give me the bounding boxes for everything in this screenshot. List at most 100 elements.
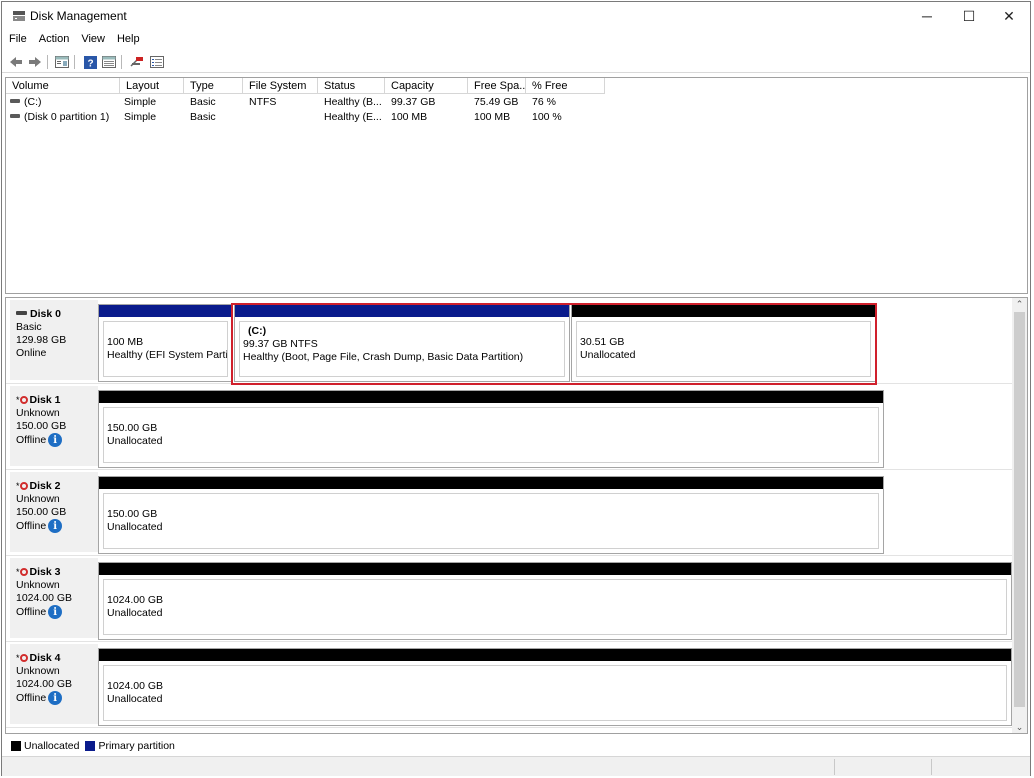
list-icon[interactable] <box>149 54 165 70</box>
partition-block[interactable]: 150.00 GB Unallocated <box>98 390 884 468</box>
column-header-volume[interactable]: Volume <box>6 78 120 94</box>
unallocated-bar <box>99 477 883 489</box>
info-icon[interactable]: i <box>48 691 63 705</box>
volume-list[interactable]: Volume Layout Type File System Status Ca… <box>5 77 1028 294</box>
disk-state: Offline <box>16 519 47 532</box>
volume-row[interactable]: (Disk 0 partition 1) Simple Basic Health… <box>6 110 1027 125</box>
capacity-cell: 99.37 GB <box>391 96 436 108</box>
disk-management-window: Disk Management ─ ☐ ✕ File Action View H… <box>1 1 1031 776</box>
disk-state: Offline <box>16 433 47 446</box>
menu-action[interactable]: Action <box>32 31 75 49</box>
close-button[interactable]: ✕ <box>988 2 1030 30</box>
disk-type: Unknown <box>16 579 60 591</box>
disk-name: Disk 2 <box>29 480 61 492</box>
volume-cell: (C:) <box>10 96 118 108</box>
scroll-thumb[interactable] <box>1014 312 1025 707</box>
disk-info-panel[interactable]: * Disk 2 Unknown 150.00 GB Offline i <box>10 472 98 552</box>
partition-size: 100 MB <box>107 336 144 348</box>
disk-size: 150.00 GB <box>16 420 67 432</box>
scroll-up-icon[interactable]: ⌃ <box>1012 298 1027 310</box>
disk-name: Disk 1 <box>29 394 61 406</box>
partition-status: Unallocated <box>107 435 163 447</box>
partition-block[interactable]: 100 MB Healthy (EFI System Partiti <box>98 304 233 382</box>
unallocated-bar <box>99 563 1011 575</box>
free-space-cell: 100 MB <box>474 111 511 123</box>
menu-file[interactable]: File <box>2 31 32 49</box>
column-header-file-system[interactable]: File System <box>243 78 318 94</box>
partition-block[interactable]: 1024.00 GB Unallocated <box>98 648 1012 726</box>
disk-name: Disk 4 <box>29 652 61 664</box>
type-cell: Basic <box>190 96 216 108</box>
toolbar: ? <box>2 51 1030 73</box>
volume-icon <box>10 114 20 119</box>
asterisk: * <box>16 395 20 405</box>
disk-size: 129.98 GB <box>16 334 67 346</box>
title-bar: Disk Management ─ ☐ ✕ <box>2 2 1030 30</box>
column-header-type[interactable]: Type <box>184 78 243 94</box>
disk-state: Offline <box>16 605 47 618</box>
menu-help[interactable]: Help <box>110 31 145 49</box>
column-header-layout[interactable]: Layout <box>120 78 184 94</box>
offline-disk-icon <box>19 653 28 662</box>
info-icon[interactable]: i <box>48 433 63 447</box>
legend: Unallocated Primary partition <box>5 737 175 755</box>
window-title: Disk Management <box>30 9 127 23</box>
menu-view[interactable]: View <box>74 31 110 49</box>
toolbar-separator <box>47 55 48 69</box>
disk-info-panel[interactable]: * Disk 4 Unknown 1024.00 GB Offline i <box>10 644 98 724</box>
help-icon[interactable]: ? <box>82 54 98 70</box>
maximize-button[interactable]: ☐ <box>948 2 990 30</box>
volume-name: (C:) <box>24 96 42 108</box>
column-header-status[interactable]: Status <box>318 78 385 94</box>
disk-row: * Disk 3 Unknown 1024.00 GB Offline i 1024… <box>6 556 1014 642</box>
column-header-free-space[interactable]: Free Spa... <box>468 78 528 94</box>
partition-size: 1024.00 GB <box>107 680 164 692</box>
column-header-capacity[interactable]: Capacity <box>385 78 468 94</box>
details-icon[interactable] <box>101 54 117 70</box>
disk-type: Unknown <box>16 665 60 677</box>
disk-size: 150.00 GB <box>16 506 67 518</box>
info-icon[interactable]: i <box>48 519 63 533</box>
status-separator <box>931 759 932 775</box>
column-header-percent-free[interactable]: % Free <box>526 78 605 94</box>
status-cell: Healthy (B... <box>324 96 382 108</box>
connect-icon[interactable] <box>129 54 145 70</box>
asterisk: * <box>16 653 20 663</box>
partition-body: 150.00 GB Unallocated <box>103 407 879 463</box>
partition-body: 100 MB Healthy (EFI System Partiti <box>103 321 228 377</box>
minimize-button[interactable]: ─ <box>906 2 948 30</box>
info-icon[interactable]: i <box>48 605 63 619</box>
unallocated-bar <box>99 391 883 403</box>
disk-type: Unknown <box>16 493 60 505</box>
scroll-down-icon[interactable]: ⌄ <box>1012 721 1027 733</box>
disk-name: Disk 3 <box>29 566 61 578</box>
free-space-cell: 75.49 GB <box>474 96 519 108</box>
type-cell: Basic <box>190 111 216 123</box>
status-bar <box>2 756 1030 776</box>
disk-size: 1024.00 GB <box>16 592 73 604</box>
disk-size: 1024.00 GB <box>16 678 73 690</box>
capacity-cell: 100 MB <box>391 111 428 123</box>
back-icon[interactable] <box>8 54 24 70</box>
volume-icon <box>10 99 20 104</box>
partition-size: 1024.00 GB <box>107 594 164 606</box>
disk-state: Offline <box>16 691 47 704</box>
vertical-scrollbar[interactable]: ⌃ ⌄ <box>1012 298 1027 733</box>
partition-block[interactable]: 150.00 GB Unallocated <box>98 476 884 554</box>
selection-highlight <box>231 303 877 385</box>
volume-row[interactable]: (C:) Simple Basic NTFS Healthy (B... 99.… <box>6 95 1027 110</box>
percent-free-cell: 100 % <box>532 111 562 123</box>
disk-row: * Disk 4 Unknown 1024.00 GB Offline i 1024… <box>6 642 1014 728</box>
partition-block[interactable]: 1024.00 GB Unallocated <box>98 562 1012 640</box>
partition-status: Unallocated <box>107 607 163 619</box>
forward-icon[interactable] <box>27 54 43 70</box>
file-system-cell: NTFS <box>249 96 277 108</box>
disk-info-panel[interactable]: Disk 0 Basic 129.98 GB Online <box>10 300 98 380</box>
layout-cell: Simple <box>124 96 157 108</box>
partition-body: 1024.00 GB Unallocated <box>103 665 1007 721</box>
disk-info-panel[interactable]: * Disk 1 Unknown 150.00 GB Offline i <box>10 386 98 466</box>
offline-disk-icon <box>19 395 28 404</box>
unallocated-bar <box>99 649 1011 661</box>
properties-icon[interactable] <box>54 54 70 70</box>
disk-info-panel[interactable]: * Disk 3 Unknown 1024.00 GB Offline i <box>10 558 98 638</box>
